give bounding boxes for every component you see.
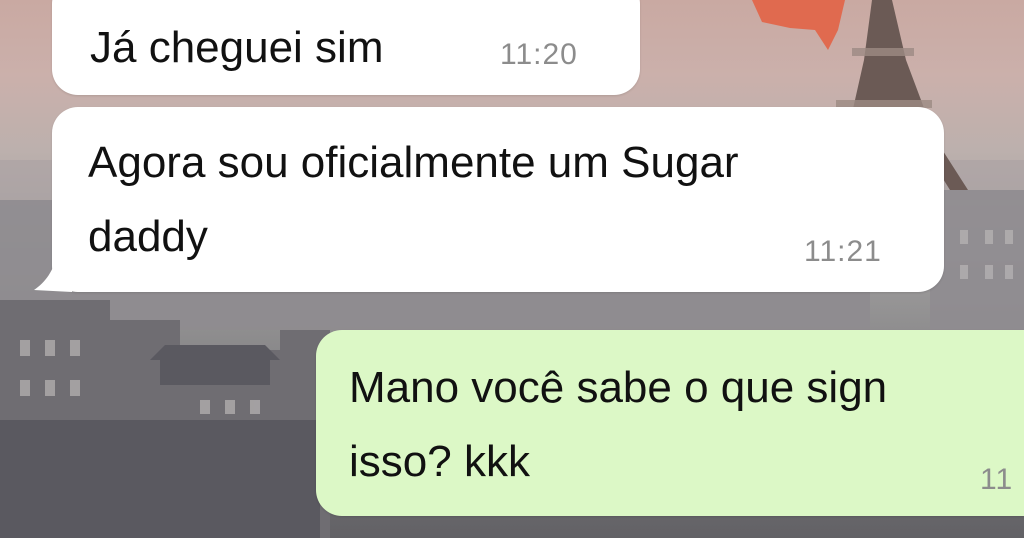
message-text-line: isso? kkk	[349, 437, 530, 486]
message-timestamp: 11:20	[500, 38, 578, 71]
message-text: Já cheguei sim	[90, 23, 384, 72]
bubble-tail-icon	[34, 252, 72, 292]
message-text-line: Agora sou oficialmente um Sugar	[88, 138, 739, 187]
message-timestamp: 11	[980, 463, 1014, 496]
incoming-message-bubble[interactable]: Já cheguei sim 11:20	[52, 0, 640, 95]
message-timestamp: 11:21	[804, 235, 882, 268]
outgoing-message-bubble[interactable]: Mano você sabe o que sign isso? kkk 11	[316, 330, 1024, 516]
message-text-line: daddy	[88, 212, 208, 261]
incoming-message-bubble[interactable]: Agora sou oficialmente um Sugar daddy 11…	[52, 107, 944, 292]
message-text-line: Mano você sabe o que sign	[349, 363, 888, 412]
